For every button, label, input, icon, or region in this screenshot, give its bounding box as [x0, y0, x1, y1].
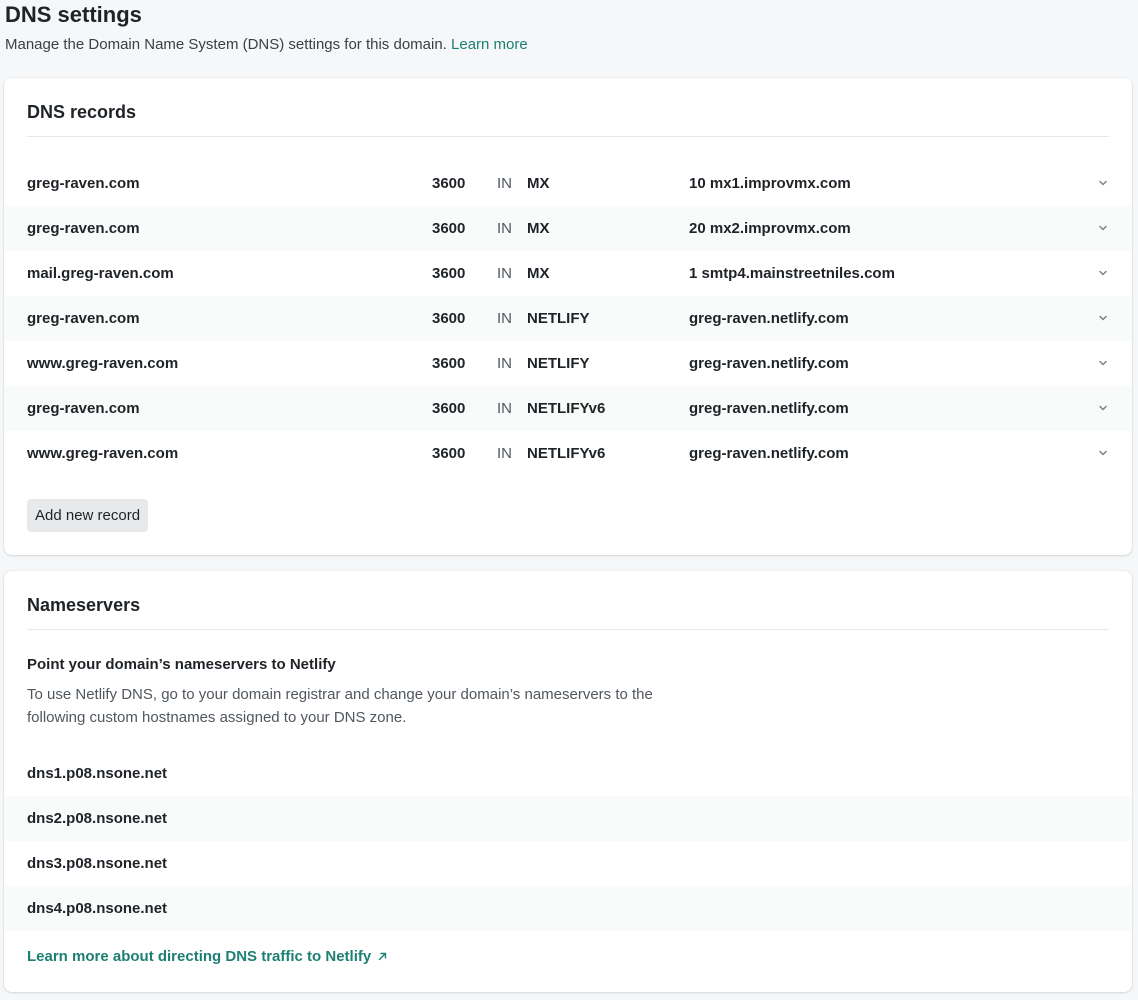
record-type: MX: [527, 220, 550, 237]
nameserver-item: dns4.p08.nsone.net: [4, 886, 1132, 931]
record-type: MX: [527, 265, 550, 282]
dns-traffic-docs-link-label: Learn more about directing DNS traffic t…: [27, 948, 372, 965]
nameserver-list: dns1.p08.nsone.net dns2.p08.nsone.net dn…: [4, 751, 1132, 931]
nameservers-card: Nameservers Point your domain’s nameserv…: [4, 571, 1132, 992]
record-ttl: 3600: [432, 310, 466, 327]
record-type: NETLIFY: [527, 310, 590, 327]
record-value: 1 smtp4.mainstreetniles.com: [689, 265, 895, 282]
record-class: IN: [497, 220, 512, 237]
record-ttl: 3600: [432, 220, 466, 237]
chevron-down-icon[interactable]: [1096, 266, 1110, 280]
nameservers-description: To use Netlify DNS, go to your domain re…: [27, 686, 653, 726]
record-host: greg-raven.com: [27, 220, 140, 237]
add-new-record-button[interactable]: Add new record: [27, 499, 149, 532]
nameservers-subtitle: Point your domain’s nameservers to Netli…: [27, 656, 336, 673]
chevron-down-icon[interactable]: [1096, 221, 1110, 235]
page-title: DNS settings: [5, 2, 142, 27]
dns-settings-page: DNS settings Manage the Domain Name Syst…: [0, 0, 1138, 1000]
record-host: mail.greg-raven.com: [27, 265, 174, 282]
nameserver-item: dns1.p08.nsone.net: [27, 765, 168, 782]
chevron-down-icon[interactable]: [1096, 311, 1110, 325]
nameserver-item: dns3.p08.nsone.net: [27, 855, 168, 872]
record-value: greg-raven.netlify.com: [689, 400, 849, 417]
page-header: DNS settings Manage the Domain Name Syst…: [5, 2, 1133, 53]
dns-records-title: DNS records: [27, 102, 137, 122]
dns-record-row[interactable]: greg-raven.com 3600 IN NETLIFYv6 greg-ra…: [4, 386, 1132, 431]
record-value: greg-raven.netlify.com: [689, 310, 849, 327]
record-value: greg-raven.netlify.com: [689, 445, 849, 462]
record-class: IN: [497, 355, 512, 372]
chevron-down-icon[interactable]: [1096, 446, 1110, 460]
dns-record-row[interactable]: greg-raven.com 3600 IN MX 10 mx1.improvm…: [4, 161, 1132, 206]
record-host: greg-raven.com: [27, 175, 140, 192]
record-value: greg-raven.netlify.com: [689, 355, 849, 372]
record-ttl: 3600: [432, 445, 466, 462]
page-description-text: Manage the Domain Name System (DNS) sett…: [5, 36, 447, 53]
record-class: IN: [497, 265, 512, 282]
record-ttl: 3600: [432, 355, 466, 372]
nameservers-divider: [27, 629, 1109, 630]
record-value: 20 mx2.improvmx.com: [689, 220, 851, 237]
dns-records-card: DNS records greg-raven.com 3600 IN MX 10…: [4, 78, 1132, 555]
record-host: www.greg-raven.com: [27, 355, 179, 372]
dns-record-row[interactable]: greg-raven.com 3600 IN MX 20 mx2.improvm…: [4, 206, 1132, 251]
page-description: Manage the Domain Name System (DNS) sett…: [5, 36, 528, 53]
learn-more-link[interactable]: Learn more: [451, 36, 528, 53]
dns-record-row[interactable]: www.greg-raven.com 3600 IN NETLIFY greg-…: [4, 341, 1132, 386]
record-ttl: 3600: [432, 265, 466, 282]
record-type: NETLIFYv6: [527, 400, 606, 417]
record-type: MX: [527, 175, 550, 192]
chevron-down-icon[interactable]: [1096, 356, 1110, 370]
chevron-down-icon[interactable]: [1096, 176, 1110, 190]
record-host: greg-raven.com: [27, 310, 140, 327]
record-host: www.greg-raven.com: [27, 445, 179, 462]
record-type: NETLIFY: [527, 355, 590, 372]
record-class: IN: [497, 175, 512, 192]
chevron-down-icon[interactable]: [1096, 401, 1110, 415]
record-ttl: 3600: [432, 175, 466, 192]
dns-record-row[interactable]: www.greg-raven.com 3600 IN NETLIFYv6 gre…: [4, 431, 1132, 476]
record-host: greg-raven.com: [27, 400, 140, 417]
dns-records-list: greg-raven.com 3600 IN MX 10 mx1.improvm…: [4, 161, 1132, 476]
dns-traffic-docs-link[interactable]: Learn more about directing DNS traffic t…: [27, 948, 388, 965]
record-class: IN: [497, 310, 512, 327]
record-ttl: 3600: [432, 400, 466, 417]
dns-record-row[interactable]: mail.greg-raven.com 3600 IN MX 1 smtp4.m…: [4, 251, 1132, 296]
record-class: IN: [497, 445, 512, 462]
nameserver-item: dns2.p08.nsone.net: [4, 796, 1132, 841]
arrow-up-right-icon: [377, 951, 388, 962]
dns-record-row[interactable]: greg-raven.com 3600 IN NETLIFY greg-rave…: [4, 296, 1132, 341]
dns-records-divider: [27, 136, 1109, 137]
record-type: NETLIFYv6: [527, 445, 606, 462]
record-class: IN: [497, 400, 512, 417]
nameservers-title: Nameservers: [27, 595, 141, 615]
record-value: 10 mx1.improvmx.com: [689, 175, 851, 192]
